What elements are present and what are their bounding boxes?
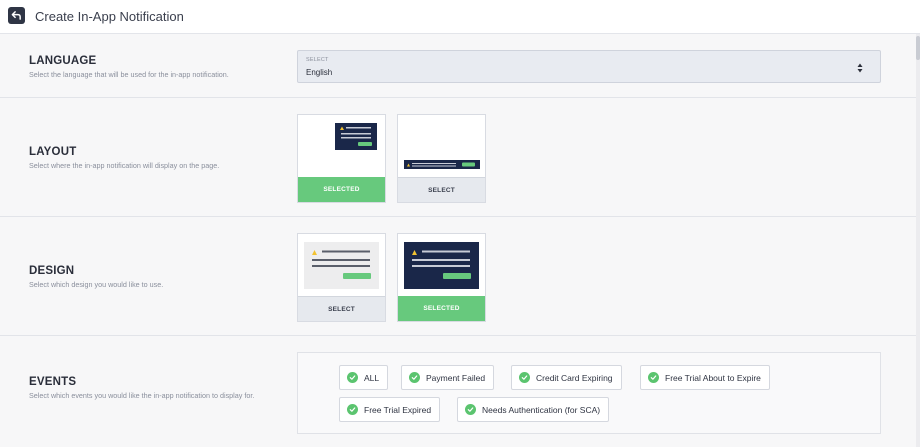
event-chip-free-trial-about-to-expire[interactable]: Free Trial About to Expire bbox=[640, 365, 770, 390]
design-title: DESIGN bbox=[29, 265, 75, 277]
design-dark-preview bbox=[398, 234, 485, 296]
sort-caret-icon bbox=[857, 63, 863, 73]
language-select-label: SELECT bbox=[306, 57, 329, 63]
event-chip-label: Free Trial About to Expire bbox=[665, 372, 761, 383]
design-dark-button[interactable]: SELECTED bbox=[398, 296, 485, 321]
event-chip-free-trial-expired[interactable]: Free Trial Expired bbox=[339, 397, 441, 422]
event-chip-payment-failed[interactable]: Payment Failed bbox=[401, 365, 495, 390]
layout-option-bar[interactable]: SELECT bbox=[397, 114, 486, 203]
events-description: Select which events you would like the i… bbox=[29, 391, 255, 400]
design-light-button[interactable]: SELECT bbox=[298, 296, 385, 321]
event-chip-label: Free Trial Expired bbox=[364, 404, 432, 415]
event-chip-label: Needs Authentication (for SCA) bbox=[482, 404, 601, 415]
event-chip-credit-card-expiring[interactable]: Credit Card Expiring bbox=[511, 365, 622, 390]
check-circle-icon bbox=[347, 404, 358, 415]
layout-bar-preview bbox=[398, 115, 485, 177]
event-chip-all[interactable]: ALL bbox=[339, 365, 389, 390]
design-description: Select which design you would like to us… bbox=[29, 280, 164, 289]
event-chip-needs-authentication[interactable]: Needs Authentication (for SCA) bbox=[457, 397, 610, 422]
bottom-bar-illustration bbox=[404, 160, 480, 169]
design-option-light[interactable]: SELECT bbox=[297, 233, 386, 322]
language-select[interactable]: SELECT English bbox=[297, 50, 881, 83]
layout-option-corner[interactable]: SELECTED bbox=[297, 114, 386, 203]
layout-bar-button[interactable]: SELECT bbox=[398, 177, 485, 202]
check-circle-icon bbox=[648, 372, 659, 383]
check-circle-icon bbox=[519, 372, 530, 383]
check-circle-icon bbox=[409, 372, 420, 383]
language-select-value: English bbox=[306, 68, 333, 77]
dark-design-illustration bbox=[404, 242, 479, 289]
design-option-dark[interactable]: SELECTED bbox=[397, 233, 486, 322]
event-chip-label: Payment Failed bbox=[426, 372, 486, 383]
check-circle-icon bbox=[347, 372, 358, 383]
page-title: Create In-App Notification bbox=[35, 9, 184, 24]
language-title: LANGUAGE bbox=[29, 55, 97, 67]
events-title: EVENTS bbox=[29, 376, 77, 388]
top-bar: Create In-App Notification bbox=[0, 0, 920, 34]
scrollbar-track[interactable] bbox=[916, 34, 920, 447]
back-button[interactable] bbox=[8, 7, 25, 24]
events-box: ALL Payment Failed Credit Card Expiring … bbox=[297, 352, 881, 434]
light-design-illustration bbox=[304, 242, 379, 289]
layout-corner-button[interactable]: SELECTED bbox=[298, 177, 385, 202]
layout-corner-preview bbox=[298, 115, 385, 177]
back-arrow-icon bbox=[11, 11, 21, 20]
layout-description: Select where the in-app notification wil… bbox=[29, 161, 220, 170]
design-light-preview bbox=[298, 234, 385, 296]
event-chip-label: ALL bbox=[364, 372, 380, 383]
corner-popup-illustration bbox=[335, 123, 377, 150]
check-circle-icon bbox=[465, 404, 476, 415]
language-description: Select the language that will be used fo… bbox=[29, 70, 229, 79]
scrollbar-thumb[interactable] bbox=[916, 36, 920, 60]
event-chip-label: Credit Card Expiring bbox=[536, 372, 613, 383]
layout-title: LAYOUT bbox=[29, 146, 77, 158]
